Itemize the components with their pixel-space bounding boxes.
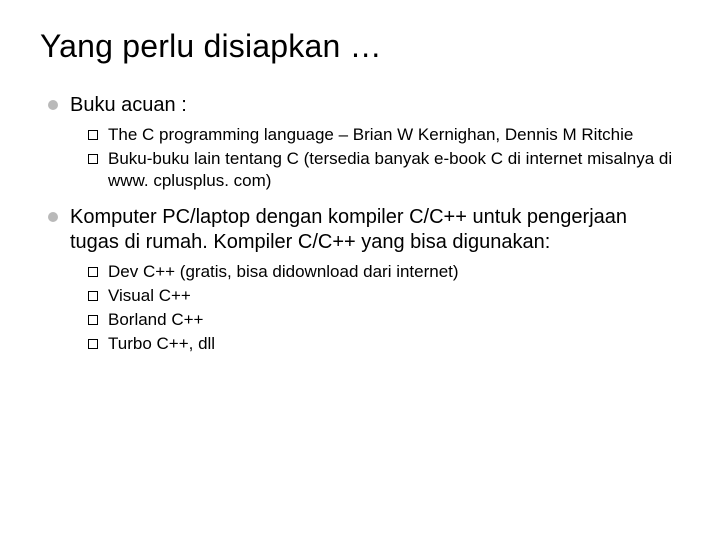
list-item: The C programming language – Brian W Ker… [88, 124, 680, 146]
list-item-label: Komputer PC/laptop dengan kompiler C/C++… [70, 206, 627, 253]
list-item: Borland C++ [88, 309, 680, 331]
list-item: Turbo C++, dll [88, 333, 680, 355]
list-item-label: Buku-buku lain tentang C (tersedia banya… [108, 149, 672, 190]
list-item: Buku acuan : The C programming language … [48, 93, 680, 191]
list-item-label: Visual C++ [108, 286, 191, 305]
slide: Yang perlu disiapkan … Buku acuan : The … [0, 0, 720, 540]
list-item-label: Buku acuan : [70, 94, 187, 116]
bullet-list-level1: Buku acuan : The C programming language … [40, 93, 680, 354]
list-item-label: Borland C++ [108, 310, 203, 329]
list-item: Dev C++ (gratis, bisa didownload dari in… [88, 261, 680, 283]
list-item: Visual C++ [88, 285, 680, 307]
list-item-label: Dev C++ (gratis, bisa didownload dari in… [108, 262, 459, 281]
bullet-list-level2: The C programming language – Brian W Ker… [70, 124, 680, 191]
bullet-list-level2: Dev C++ (gratis, bisa didownload dari in… [70, 261, 680, 354]
list-item-label: Turbo C++, dll [108, 334, 215, 353]
list-item: Komputer PC/laptop dengan kompiler C/C++… [48, 205, 680, 354]
slide-title: Yang perlu disiapkan … [40, 28, 680, 65]
list-item: Buku-buku lain tentang C (tersedia banya… [88, 148, 680, 192]
list-item-label: The C programming language – Brian W Ker… [108, 125, 633, 144]
